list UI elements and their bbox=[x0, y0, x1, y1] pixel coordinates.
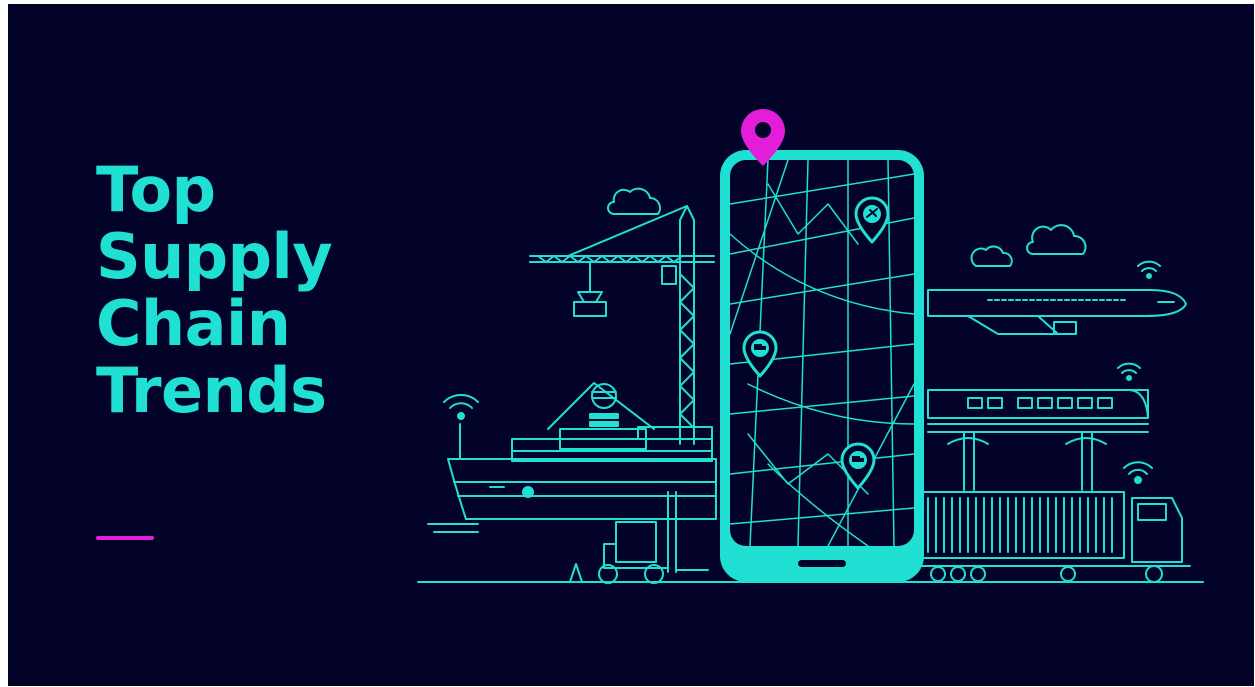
cloud-icon bbox=[607, 187, 661, 215]
banner-canvas: Top Supply Chain Trends bbox=[8, 4, 1254, 686]
wifi-icon bbox=[1123, 461, 1153, 484]
train bbox=[927, 389, 1149, 491]
wifi-icon bbox=[1117, 362, 1141, 381]
container-truck bbox=[893, 491, 1191, 583]
cargo-ship bbox=[427, 382, 717, 533]
wifi-icon bbox=[443, 393, 479, 420]
supply-chain-illustration bbox=[417, 109, 1204, 584]
forklift bbox=[569, 491, 709, 584]
cloud-icon bbox=[970, 245, 1013, 267]
port-crane bbox=[529, 205, 715, 445]
phone bbox=[720, 150, 924, 582]
wifi-icon bbox=[1137, 260, 1161, 279]
airplane bbox=[927, 289, 1187, 335]
cloud-icon bbox=[1026, 224, 1087, 255]
